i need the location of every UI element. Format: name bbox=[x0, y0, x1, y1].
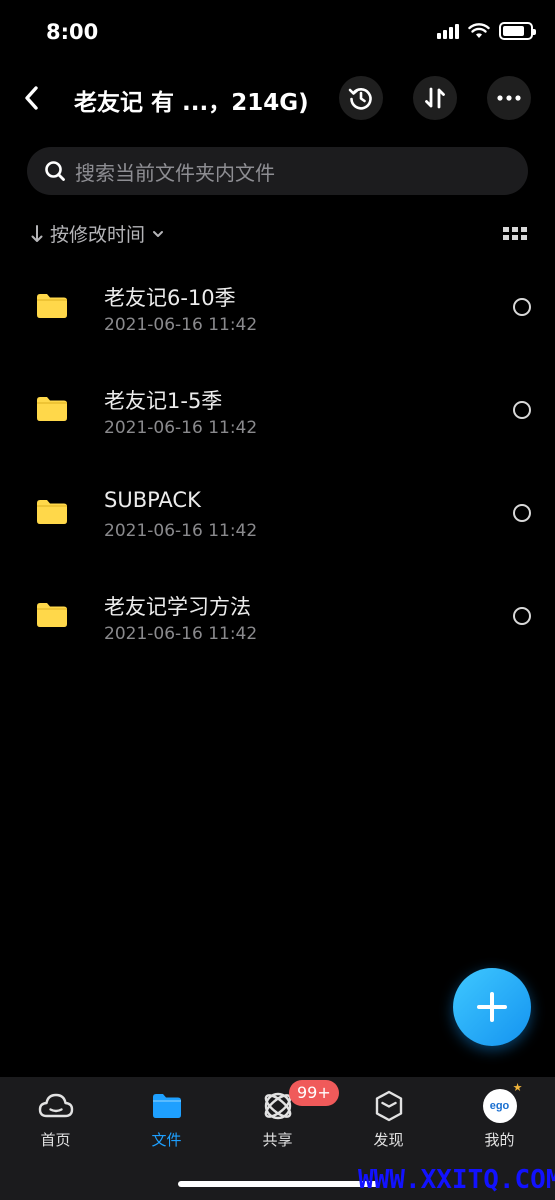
file-date: 2021-06-16 11:42 bbox=[104, 624, 258, 644]
tab-discover[interactable]: 发现 bbox=[333, 1089, 444, 1151]
search-input[interactable]: 搜索当前文件夹内文件 bbox=[27, 147, 528, 195]
back-button[interactable] bbox=[16, 80, 48, 116]
avatar: ego ★ bbox=[482, 1081, 523, 1123]
file-row[interactable]: 老友记1-5季 2021-06-16 11:42 bbox=[0, 361, 555, 464]
file-row[interactable]: 老友记学习方法 2021-06-16 11:42 bbox=[0, 567, 555, 670]
transfer-button[interactable] bbox=[413, 76, 457, 120]
search-icon bbox=[45, 161, 65, 181]
select-radio[interactable] bbox=[513, 607, 531, 625]
file-row[interactable]: 老友记6-10季 2021-06-16 11:42 bbox=[0, 258, 555, 361]
home-indicator[interactable] bbox=[178, 1181, 378, 1187]
tab-me[interactable]: ego ★ 我的 bbox=[444, 1081, 555, 1151]
cube-icon bbox=[375, 1090, 402, 1122]
file-name: 老友记1-5季 bbox=[104, 389, 223, 413]
file-name: 老友记学习方法 bbox=[104, 595, 251, 619]
file-name: 老友记6-10季 bbox=[104, 286, 236, 310]
crown-icon: ★ bbox=[512, 1081, 523, 1094]
add-button[interactable] bbox=[453, 968, 531, 1046]
select-radio[interactable] bbox=[513, 504, 531, 522]
battery-icon bbox=[499, 22, 536, 40]
file-date: 2021-06-16 11:42 bbox=[104, 418, 258, 438]
folder-icon bbox=[37, 397, 67, 421]
header: 老友记 有 ...，214G) bbox=[0, 72, 555, 124]
sort-button[interactable]: 按修改时间 bbox=[30, 220, 165, 247]
tab-home[interactable]: 首页 bbox=[0, 1089, 111, 1151]
tab-label: 首页 bbox=[40, 1131, 71, 1149]
arrow-down-icon bbox=[31, 224, 43, 242]
chevron-left-icon bbox=[25, 86, 38, 110]
more-icon bbox=[497, 95, 521, 101]
folder-icon bbox=[37, 294, 67, 318]
cloud-icon bbox=[38, 1093, 73, 1118]
tab-label: 发现 bbox=[373, 1131, 404, 1149]
status-icons bbox=[437, 22, 536, 40]
folder-icon bbox=[37, 500, 67, 524]
tab-label: 文件 bbox=[151, 1131, 182, 1149]
status-time: 8:00 bbox=[46, 20, 99, 44]
more-button[interactable] bbox=[487, 76, 531, 120]
folder-icon bbox=[37, 603, 67, 627]
chevron-down-icon bbox=[153, 230, 164, 237]
signal-icon bbox=[437, 23, 459, 39]
tab-files[interactable]: 文件 bbox=[111, 1089, 222, 1151]
wifi-icon bbox=[468, 23, 490, 38]
file-date: 2021-06-16 11:42 bbox=[104, 315, 258, 335]
file-row[interactable]: SUBPACK 2021-06-16 11:42 bbox=[0, 464, 555, 567]
tab-label: 共享 bbox=[262, 1131, 293, 1149]
plus-icon bbox=[477, 992, 507, 1022]
file-date: 2021-06-16 11:42 bbox=[104, 521, 258, 541]
page-title: 老友记 有 ...，214G) bbox=[74, 90, 309, 116]
avatar-logo-text: ego bbox=[489, 1100, 510, 1112]
transfer-icon bbox=[425, 87, 445, 109]
history-icon bbox=[348, 88, 372, 110]
select-radio[interactable] bbox=[513, 401, 531, 419]
sort-label: 按修改时间 bbox=[50, 224, 146, 246]
search-placeholder: 搜索当前文件夹内文件 bbox=[75, 160, 275, 185]
history-button[interactable] bbox=[339, 76, 383, 120]
folder-icon bbox=[152, 1094, 181, 1118]
sort-row: 按修改时间 bbox=[30, 220, 528, 248]
file-list: 老友记6-10季 2021-06-16 11:42 老友记1-5季 2021-0… bbox=[0, 258, 555, 670]
tab-label: 我的 bbox=[484, 1131, 515, 1149]
status-bar: 8:00 bbox=[0, 0, 555, 66]
select-radio[interactable] bbox=[513, 298, 531, 316]
grid-view-button[interactable] bbox=[502, 224, 528, 244]
grid-icon bbox=[503, 227, 527, 240]
notification-badge: 99+ bbox=[289, 1080, 339, 1106]
watermark: WWW.XXITQ.COM bbox=[358, 1165, 555, 1195]
file-name: SUBPACK bbox=[104, 488, 201, 512]
